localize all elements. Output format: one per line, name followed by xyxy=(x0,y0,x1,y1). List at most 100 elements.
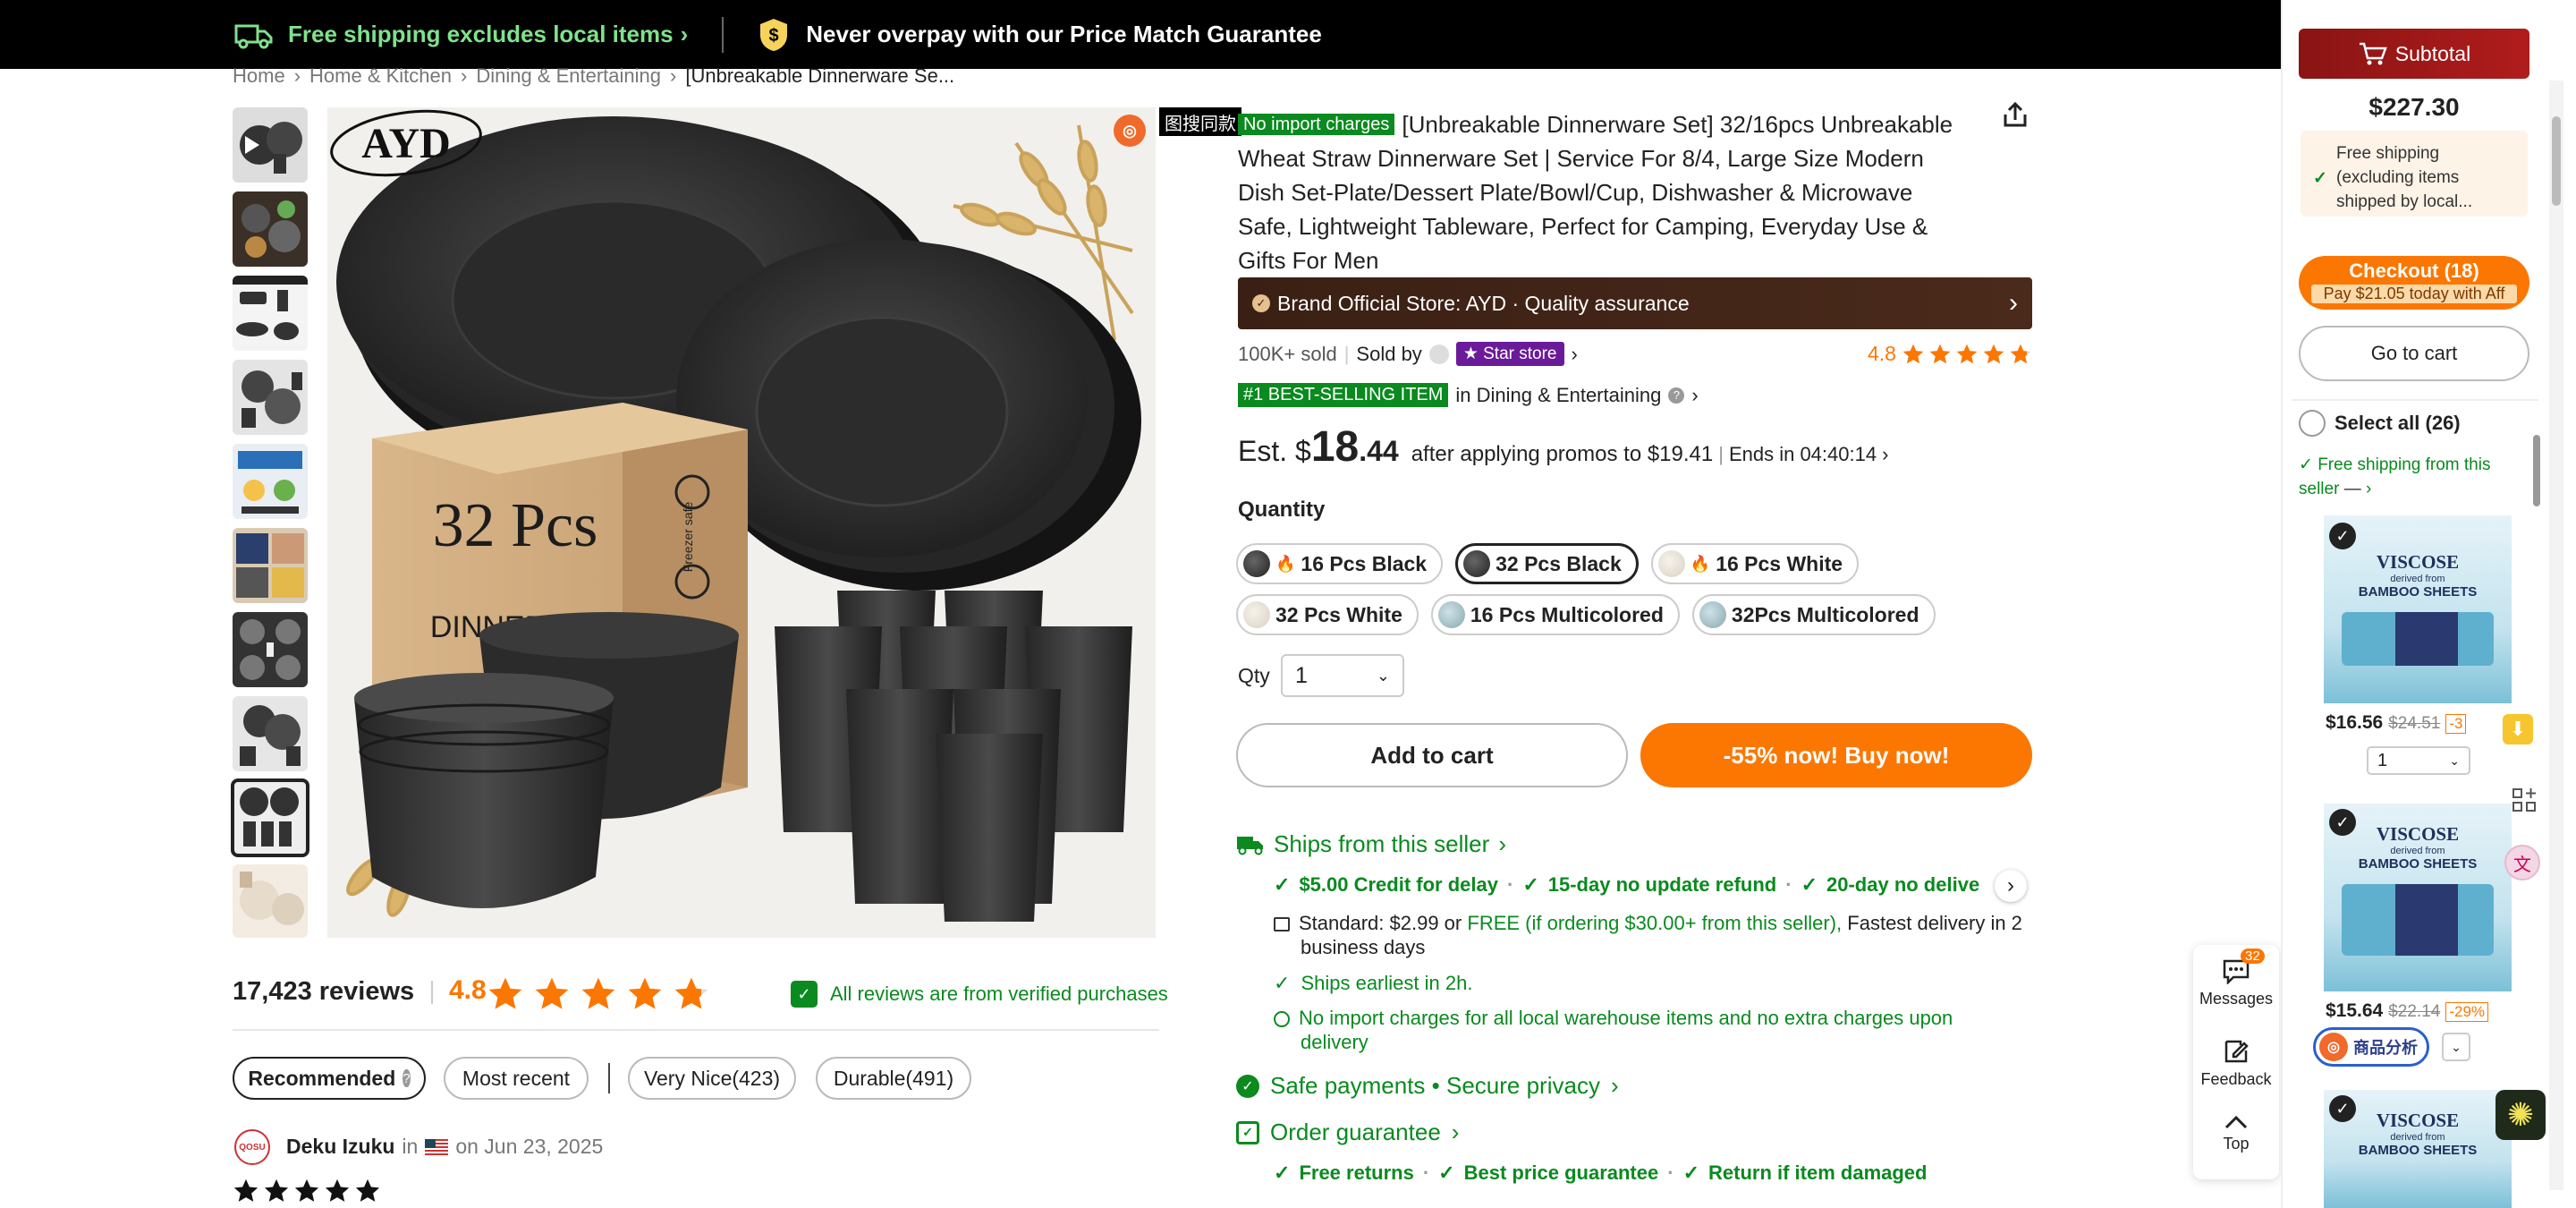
thumbnail-video[interactable] xyxy=(233,107,308,183)
product-name: BAMBOO SHEETS xyxy=(2358,1143,2478,1158)
thumbnail-3[interactable] xyxy=(233,276,308,351)
sold-count: 100K+ sold xyxy=(1238,342,1337,365)
us-flag-icon xyxy=(425,1138,449,1155)
item-price: $16.56 xyxy=(2326,712,2384,733)
shield-dollar-icon: $ xyxy=(758,17,790,53)
subtotal-header: Subtotal xyxy=(2299,29,2529,79)
verified-reviews-note: ✓ All reviews are from verified purchase… xyxy=(791,981,1168,1008)
cart-free-shipping-note: ✓ Free shipping (excluding items shipped… xyxy=(2301,131,2528,217)
image-search-icon[interactable]: ◎ xyxy=(1114,115,1146,147)
check-icon: ✓ xyxy=(1438,1161,1455,1184)
checkout-button[interactable]: Checkout (18) Pay $21.05 today with Aff xyxy=(2299,256,2529,310)
go-to-cart-button[interactable]: Go to cart xyxy=(2299,326,2529,381)
cart-scrollbar-track[interactable] xyxy=(2531,413,2542,1183)
verified-text: All reviews are from verified purchases xyxy=(830,983,1168,1005)
main-product-image[interactable]: 32 Pcs DINNER Freezer safe xyxy=(327,107,1156,938)
filter-recommended[interactable]: Recommended ? xyxy=(233,1057,426,1100)
chevron-right-icon: › xyxy=(1882,443,1889,465)
filter-most-recent[interactable]: Most recent xyxy=(444,1057,589,1100)
select-all-checkbox[interactable]: Select all (26) xyxy=(2299,410,2461,437)
page-scrollbar-track[interactable] xyxy=(2549,81,2563,1190)
add-to-cart-button[interactable]: Add to cart xyxy=(1236,723,1628,787)
breadcrumb-home[interactable]: Home xyxy=(233,64,285,88)
thumbnail-8[interactable] xyxy=(233,696,308,771)
thumbnail-10[interactable] xyxy=(233,864,308,938)
share-icon[interactable] xyxy=(2000,100,2030,131)
ships-from-text: Ships from this seller xyxy=(1274,830,1490,857)
option-16-pcs-multicolored[interactable]: 16 Pcs Multicolored xyxy=(1430,594,1680,635)
thumbnail-4[interactable] xyxy=(233,360,308,435)
filter-very-nice[interactable]: Very Nice(423) xyxy=(628,1057,796,1100)
brand-store-bar[interactable]: ✓ Brand Official Store: AYD · Quality as… xyxy=(1238,277,2032,329)
reviews-count[interactable]: 17,423 reviews xyxy=(233,977,414,1007)
feedback-button[interactable]: Feedback xyxy=(2193,1038,2279,1089)
cart-scrollbar-thumb[interactable] xyxy=(2533,435,2540,506)
box-text: 32 Pcs xyxy=(433,491,598,560)
truck-icon xyxy=(1236,834,1265,855)
order-guarantee[interactable]: ✓ Order guarantee › xyxy=(1236,1119,1459,1146)
thumbnail-7[interactable] xyxy=(233,612,308,687)
no-import-text-2: delivery xyxy=(1301,1031,1368,1053)
option-32-pcs-multicolored[interactable]: 32Pcs Multicolored xyxy=(1691,594,1936,635)
thumbnail-9-selected[interactable] xyxy=(231,778,309,857)
breadcrumb-dining[interactable]: Dining & Entertaining xyxy=(476,64,661,88)
product-rating[interactable]: 4.8 xyxy=(1868,342,2032,366)
bestseller-badge: #1 BEST-SELLING ITEM xyxy=(1238,383,1449,407)
option-16-pcs-black[interactable]: 🔥 16 Pcs Black xyxy=(1236,543,1444,584)
filter-divider xyxy=(608,1063,610,1093)
product-analysis-button[interactable]: ◎ 商品分析 xyxy=(2313,1027,2429,1067)
back-to-top-button[interactable]: Top xyxy=(2193,1113,2279,1153)
shield-check-icon: ✓ xyxy=(791,981,818,1008)
item-qty: 1 xyxy=(2377,750,2388,770)
price-match-banner[interactable]: $ Never overpay with our Price Match Gua… xyxy=(758,17,1322,53)
ships-from-seller[interactable]: Ships from this seller › xyxy=(1236,830,1506,858)
guarantee-refund: 15-day no update refund xyxy=(1547,873,1777,896)
sold-by-label: Sold by xyxy=(1356,342,1422,365)
option-32-pcs-black[interactable]: 32 Pcs Black xyxy=(1455,543,1639,584)
filter-durable[interactable]: Durable(491) xyxy=(816,1057,971,1100)
cart-item-qty-select[interactable]: 1 ⌄ xyxy=(2367,746,2470,775)
chevron-down-icon[interactable]: ⌄ xyxy=(2442,1033,2470,1061)
item-old-price: $24.51 xyxy=(2388,714,2441,733)
buy-now-button[interactable]: -55% now! Buy now! xyxy=(1640,723,2032,787)
thumbnail-6[interactable] xyxy=(233,528,308,603)
qty-select[interactable]: 1 ⌄ xyxy=(1281,654,1404,697)
swatch-image xyxy=(1243,601,1270,628)
item-checked-icon[interactable]: ✓ xyxy=(2329,1095,2356,1122)
free-shipping-banner-link[interactable]: Free shipping excludes local items › xyxy=(234,21,688,49)
standard-days: business days xyxy=(1301,936,1426,958)
thumbnail-2[interactable] xyxy=(233,191,308,267)
item-checked-icon[interactable]: ✓ xyxy=(2329,523,2356,549)
reviewer-name[interactable]: Deku Izuku xyxy=(286,1135,394,1159)
breadcrumb-home-kitchen[interactable]: Home & Kitchen xyxy=(309,64,452,88)
swatch-image xyxy=(1699,601,1726,628)
globe-icon xyxy=(1274,1011,1290,1027)
chevron-right-icon: › xyxy=(1691,383,1699,406)
image-search-label[interactable]: 图搜同款 xyxy=(1159,107,1241,136)
option-32-pcs-white[interactable]: 32 Pcs White xyxy=(1236,594,1419,635)
cart-separator xyxy=(2292,399,2538,401)
badge-check-icon: ✓ xyxy=(1252,294,1270,312)
star-store-badge[interactable]: ★ Star store xyxy=(1455,342,1564,366)
no-import-text: No import charges for all local warehous… xyxy=(1299,1007,1953,1029)
chevron-right-icon: › xyxy=(1451,1119,1460,1145)
option-label: 16 Pcs Black xyxy=(1301,551,1428,575)
bestseller-row[interactable]: #1 BEST-SELLING ITEM in Dining & Enterta… xyxy=(1238,383,1699,407)
messages-button[interactable]: 32 Messages xyxy=(2193,949,2279,1008)
guarantees-next-button[interactable]: › xyxy=(1995,870,2027,902)
thumbnail-5[interactable] xyxy=(233,444,308,519)
dot-separator: · xyxy=(1506,873,1514,896)
safe-payments[interactable]: ✓ Safe payments • Secure privacy › xyxy=(1236,1072,1619,1100)
option-16-pcs-white[interactable]: 🔥 16 Pcs White xyxy=(1650,543,1860,584)
download-arrow-icon[interactable]: ⬇ xyxy=(2503,714,2533,744)
page-scrollbar-thumb[interactable] xyxy=(2552,116,2561,206)
brand-store-text: Brand Official Store: AYD · Quality assu… xyxy=(1277,291,1690,315)
promo-ends-text[interactable]: Ends in 04:40:14 xyxy=(1729,443,1877,466)
best-price-guarantee: Best price guarantee xyxy=(1463,1161,1659,1184)
calendar-icon xyxy=(1274,917,1290,932)
item-checked-icon[interactable]: ✓ xyxy=(2329,809,2356,836)
product-name: BAMBOO SHEETS xyxy=(2358,856,2478,872)
free-from-seller[interactable]: ✓ Free shipping from this seller — › xyxy=(2299,453,2522,501)
box-side-text: Freezer safe xyxy=(681,501,695,572)
seller-logo-icon[interactable] xyxy=(1428,344,1449,364)
